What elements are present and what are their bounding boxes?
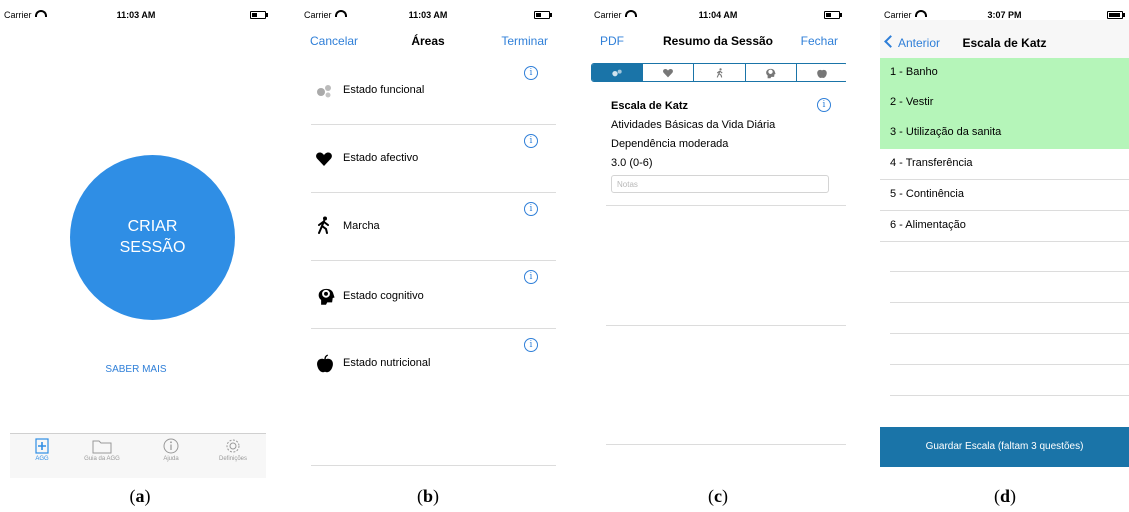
save-scale-button[interactable]: Guardar Escala (faltam 3 questões) — [880, 427, 1129, 467]
battery-icon — [824, 11, 842, 19]
divider — [311, 465, 556, 466]
segment-estado-nutricional[interactable] — [795, 64, 846, 81]
battery-icon — [250, 11, 268, 19]
caption-c: (c) — [708, 486, 728, 506]
heart-icon — [663, 68, 674, 77]
question-row[interactable]: 2 - Vestir — [880, 88, 1129, 119]
tab-ajuda[interactable]: Ajuda — [139, 438, 203, 462]
segment-estado-cognitivo[interactable] — [744, 64, 796, 81]
criar-sessao-button[interactable]: CRIAR SESSÃO — [70, 155, 235, 320]
area-row-estado-nutricional[interactable]: Estado nutricional i — [311, 328, 556, 396]
nav-bar: PDF Resumo da Sessão Fechar — [590, 28, 846, 58]
folder-icon — [92, 440, 112, 454]
area-row-marcha[interactable]: Marcha i — [311, 192, 556, 261]
status-bar: Carrier 11:03 AM — [300, 0, 556, 20]
divider — [890, 302, 1129, 303]
tab-bar: AGG Guia da AGG Ajuda Definições — [10, 433, 266, 478]
divider — [606, 444, 846, 445]
info-icon — [163, 438, 179, 454]
question-row[interactable]: 1 - Banho — [880, 58, 1129, 89]
scale-interpretation: Dependência moderada — [611, 138, 729, 150]
segment-estado-funcional[interactable] — [592, 64, 643, 81]
status-bar: Carrier 11:03 AM — [0, 0, 272, 20]
apple-icon — [817, 69, 827, 78]
question-row[interactable]: 5 - Continência — [880, 180, 1129, 211]
gears-icon — [612, 69, 622, 76]
clock: 11:03 AM — [408, 10, 448, 20]
notes-input[interactable]: Notas — [611, 175, 829, 193]
question-row[interactable]: 4 - Transferência — [880, 149, 1129, 180]
area-label: Marcha — [343, 220, 380, 232]
area-segmented-control — [591, 63, 846, 82]
info-icon[interactable]: i — [524, 66, 538, 80]
caption-b: (b) — [416, 486, 439, 506]
clock: 11:03 AM — [116, 10, 156, 20]
segment-estado-afectivo[interactable] — [642, 64, 693, 81]
nav-bar: Cancelar Áreas Terminar — [300, 28, 556, 58]
screen-c: Carrier 11:04 AM PDF Resumo da Sessão Fe… — [590, 0, 846, 478]
walking-person-icon — [716, 67, 723, 78]
info-icon[interactable]: i — [524, 270, 538, 284]
criar-sessao-label: CRIAR SESSÃO — [119, 217, 186, 256]
walking-person-icon — [318, 216, 329, 234]
caption-d: (d) — [993, 486, 1016, 506]
clock: 3:07 PM — [987, 10, 1022, 20]
question-row[interactable]: 6 - Alimentação — [880, 211, 1129, 242]
page-title: Escala de Katz — [962, 36, 1047, 50]
tab-definicoes[interactable]: Definições — [201, 438, 265, 462]
area-label: Estado cognitivo — [343, 290, 424, 302]
screen-d: Carrier 3:07 PM Anterior Escala de Katz … — [880, 0, 1129, 478]
info-icon[interactable]: i — [817, 98, 831, 112]
battery-icon — [1107, 11, 1125, 19]
scale-score: 3.0 (0-6) — [611, 157, 653, 169]
status-bar: Carrier 11:04 AM — [590, 0, 846, 20]
scale-name: Escala de Katz — [611, 100, 689, 112]
medical-folder-icon — [35, 438, 49, 454]
area-row-estado-funcional[interactable]: Estado funcional i — [311, 56, 556, 125]
segment-marcha[interactable] — [693, 64, 744, 81]
scale-category: Atividades Básicas da Vida Diária — [611, 119, 776, 131]
divider — [890, 271, 1129, 272]
result-card: Escala de Katz Atividades Básicas da Vid… — [611, 97, 775, 173]
divider — [890, 395, 1129, 396]
apple-icon — [317, 354, 333, 373]
tab-agg[interactable]: AGG — [10, 438, 74, 462]
divider — [606, 325, 846, 326]
saber-mais-link[interactable]: SABER MAIS — [0, 364, 272, 375]
brain-head-icon — [318, 288, 335, 305]
area-label: Estado funcional — [343, 84, 425, 96]
nav-bar: Anterior Escala de Katz — [880, 20, 1129, 59]
heart-icon — [316, 152, 332, 166]
divider — [890, 333, 1129, 334]
screen-b: Carrier 11:03 AM Cancelar Áreas Terminar… — [300, 0, 556, 478]
clock: 11:04 AM — [698, 10, 738, 20]
divider — [606, 205, 846, 206]
battery-icon — [534, 11, 552, 19]
status-bar: Carrier 3:07 PM — [880, 0, 1129, 20]
info-icon[interactable]: i — [524, 134, 538, 148]
question-row[interactable]: 3 - Utilização da sanita — [880, 118, 1129, 149]
area-label: Estado nutricional — [343, 357, 431, 369]
area-row-estado-cognitivo[interactable]: Estado cognitivo i — [311, 260, 556, 329]
info-icon[interactable]: i — [524, 202, 538, 216]
terminar-button[interactable]: Terminar — [501, 34, 548, 48]
caption-a: (a) — [129, 486, 151, 506]
divider — [890, 364, 1129, 365]
brain-head-icon — [766, 68, 776, 79]
tab-guia[interactable]: Guia da AGG — [70, 438, 134, 462]
fechar-button[interactable]: Fechar — [801, 34, 838, 48]
area-label: Estado afectivo — [343, 152, 419, 164]
gear-icon — [226, 439, 240, 453]
area-row-estado-afectivo[interactable]: Estado afectivo i — [311, 124, 556, 193]
info-icon[interactable]: i — [524, 338, 538, 352]
gears-icon — [317, 85, 331, 98]
screen-a: Carrier 11:03 AM CRIAR SESSÃO SABER MAIS… — [0, 0, 272, 478]
